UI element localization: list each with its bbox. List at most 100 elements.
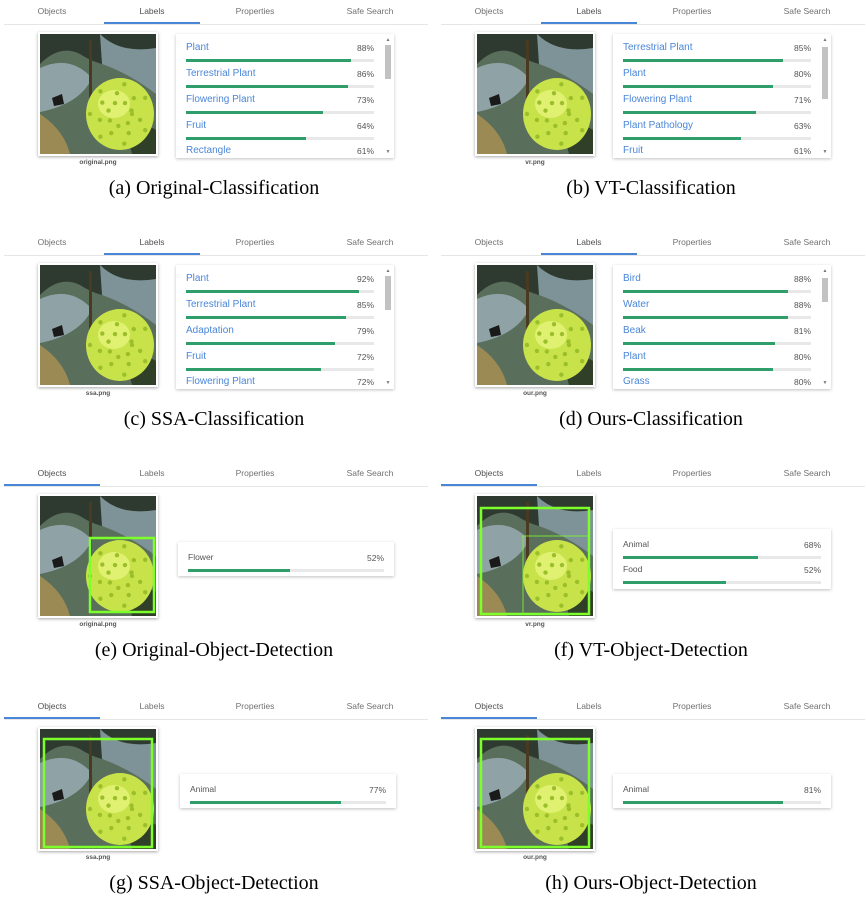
- scrollbar[interactable]: ▲ ▼: [384, 37, 392, 155]
- list-item[interactable]: Adaptation 79%: [186, 325, 374, 350]
- tab-safe-search[interactable]: Safe Search: [322, 695, 418, 717]
- list-item[interactable]: Animal 81%: [623, 784, 821, 809]
- scrollbar[interactable]: ▲ ▼: [384, 268, 392, 386]
- tab-safe-search[interactable]: Safe Search: [322, 231, 418, 253]
- tab-labels[interactable]: Labels: [104, 695, 200, 717]
- list-item[interactable]: Plant Pathology 63%: [623, 120, 811, 145]
- score-bar-fill: [186, 137, 307, 140]
- tab-properties[interactable]: Properties: [207, 0, 303, 22]
- tab-objects[interactable]: Objects: [4, 0, 100, 22]
- scrollbar-thumb[interactable]: [822, 278, 828, 302]
- list-item[interactable]: Plant 88%: [186, 42, 374, 67]
- object-name: Animal: [623, 784, 649, 794]
- object-score: 68%: [803, 540, 821, 550]
- scrollbar-thumb[interactable]: [385, 45, 391, 79]
- list-item[interactable]: Animal 77%: [190, 784, 386, 809]
- scrollbar[interactable]: ▲ ▼: [821, 37, 829, 155]
- list-item[interactable]: Bird 88%: [623, 273, 811, 298]
- list-item[interactable]: Plant 80%: [623, 351, 811, 376]
- scroll-down-icon[interactable]: ▼: [821, 380, 829, 386]
- list-item[interactable]: Water 88%: [623, 299, 811, 324]
- score-bar-track: [623, 316, 811, 319]
- tab-properties[interactable]: Properties: [207, 231, 303, 253]
- list-item[interactable]: Flowering Plant 71%: [623, 94, 811, 119]
- label-score: 72%: [356, 352, 374, 362]
- list-item[interactable]: Plant 92%: [186, 273, 374, 298]
- tab-safe-search[interactable]: Safe Search: [759, 231, 855, 253]
- score-bar-track: [623, 85, 811, 88]
- list-item[interactable]: Plant 80%: [623, 68, 811, 93]
- tab-properties[interactable]: Properties: [644, 0, 740, 22]
- scroll-up-icon[interactable]: ▲: [384, 268, 392, 274]
- tab-objects[interactable]: Objects: [4, 695, 100, 719]
- tab-labels[interactable]: Labels: [541, 462, 637, 484]
- scroll-up-icon[interactable]: ▲: [821, 268, 829, 274]
- fruit-image: [40, 265, 156, 385]
- tab-objects[interactable]: Objects: [441, 695, 537, 719]
- label-name: Grass: [623, 376, 650, 387]
- tab-labels[interactable]: Labels: [104, 231, 200, 255]
- list-item[interactable]: Terrestrial Plant 86%: [186, 68, 374, 93]
- scroll-down-icon[interactable]: ▼: [384, 149, 392, 155]
- objects-card: Animal 81%: [613, 774, 831, 808]
- tab-objects[interactable]: Objects: [441, 462, 537, 486]
- tab-properties[interactable]: Properties: [644, 462, 740, 484]
- scroll-up-icon[interactable]: ▲: [821, 37, 829, 43]
- tab-labels[interactable]: Labels: [104, 462, 200, 484]
- tab-safe-search[interactable]: Safe Search: [322, 0, 418, 22]
- vision-ui: Objects Labels Properties Safe Search or…: [4, 0, 428, 172]
- scrollbar-thumb[interactable]: [822, 47, 828, 99]
- scroll-down-icon[interactable]: ▼: [821, 149, 829, 155]
- tab-properties[interactable]: Properties: [644, 695, 740, 717]
- list-item[interactable]: Terrestrial Plant 85%: [623, 42, 811, 67]
- list-item[interactable]: Fruit 61%: [623, 145, 811, 158]
- list-item[interactable]: Fruit 72%: [186, 351, 374, 376]
- tab-objects[interactable]: Objects: [441, 231, 537, 253]
- list-item[interactable]: Beak 81%: [623, 325, 811, 350]
- image-thumbnail: [38, 263, 158, 387]
- tab-properties[interactable]: Properties: [644, 231, 740, 253]
- score-bar-fill: [623, 581, 726, 584]
- image-thumbnail: [38, 494, 158, 618]
- vision-ui: Objects Labels Properties Safe Search or…: [4, 462, 428, 634]
- scroll-up-icon[interactable]: ▲: [384, 37, 392, 43]
- tab-objects[interactable]: Objects: [4, 231, 100, 253]
- file-name: ssa.png: [85, 854, 111, 861]
- score-bar-track: [186, 342, 374, 345]
- tab-labels[interactable]: Labels: [541, 231, 637, 255]
- tab-properties[interactable]: Properties: [207, 462, 303, 484]
- label-name: Rectangle: [186, 145, 232, 156]
- list-item[interactable]: Rectangle 61%: [186, 145, 374, 158]
- file-name: vr.png: [525, 621, 545, 628]
- score-bar-fill: [623, 290, 789, 293]
- list-item[interactable]: Food 52%: [623, 564, 821, 589]
- object-name: Food: [623, 564, 643, 574]
- scrollbar[interactable]: ▲ ▼: [821, 268, 829, 386]
- list-item[interactable]: Flowering Plant 73%: [186, 94, 374, 119]
- scrollbar-thumb[interactable]: [385, 276, 391, 310]
- score-bar-fill: [186, 85, 348, 88]
- label-name: Terrestrial Plant: [623, 42, 693, 53]
- tab-labels[interactable]: Labels: [104, 0, 200, 24]
- list-item[interactable]: Animal 68%: [623, 539, 821, 564]
- list-item[interactable]: Fruit 64%: [186, 120, 374, 145]
- image-thumbnail: [475, 32, 595, 156]
- list-item[interactable]: Flower 52%: [188, 552, 384, 577]
- scroll-down-icon[interactable]: ▼: [384, 380, 392, 386]
- tab-objects[interactable]: Objects: [4, 462, 100, 486]
- label-score: 80%: [793, 377, 811, 387]
- tab-safe-search[interactable]: Safe Search: [759, 462, 855, 484]
- tab-properties[interactable]: Properties: [207, 695, 303, 717]
- tab-labels[interactable]: Labels: [541, 695, 637, 717]
- list-item[interactable]: Grass 80%: [623, 376, 811, 389]
- tab-objects[interactable]: Objects: [441, 0, 537, 22]
- list-item[interactable]: Terrestrial Plant 85%: [186, 299, 374, 324]
- fruit-image: [40, 496, 156, 616]
- tab-safe-search[interactable]: Safe Search: [322, 462, 418, 484]
- score-bar-track: [190, 801, 386, 804]
- tab-bar: Objects Labels Properties Safe Search: [441, 695, 865, 720]
- tab-safe-search[interactable]: Safe Search: [759, 695, 855, 717]
- list-item[interactable]: Flowering Plant 72%: [186, 376, 374, 389]
- tab-safe-search[interactable]: Safe Search: [759, 0, 855, 22]
- tab-labels[interactable]: Labels: [541, 0, 637, 24]
